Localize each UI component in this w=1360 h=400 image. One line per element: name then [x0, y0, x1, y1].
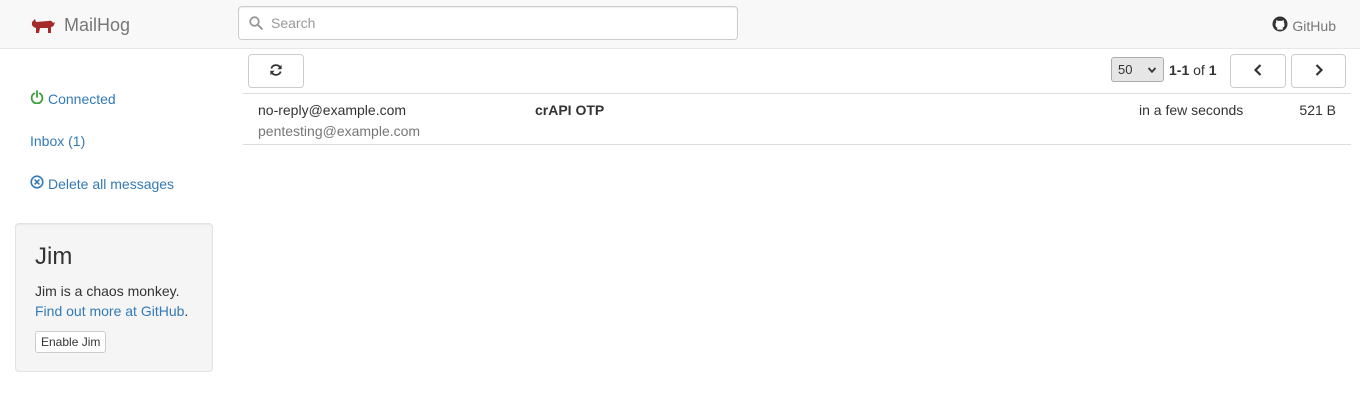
- per-page-value: 50: [1118, 62, 1133, 77]
- brand-name: MailHog: [64, 14, 131, 35]
- github-link[interactable]: GitHub: [1272, 16, 1336, 35]
- message-time: in a few seconds: [1139, 102, 1244, 118]
- inbox-link[interactable]: Inbox (1): [30, 133, 85, 149]
- github-label: GitHub: [1292, 17, 1336, 34]
- search-input[interactable]: [269, 7, 729, 39]
- search-box: [238, 6, 738, 40]
- power-icon: [30, 90, 44, 107]
- jim-panel: Jim Jim is a chaos monkey. Find out more…: [15, 223, 213, 372]
- jim-description-text: Jim is a chaos monkey.: [35, 283, 180, 299]
- chevron-down-icon: [1147, 62, 1157, 77]
- chevron-right-icon: [1313, 63, 1325, 80]
- delete-all-label: Delete all messages: [48, 175, 175, 192]
- message-subject: crAPI OTP: [535, 102, 605, 118]
- navbar: MailHog GitHub: [0, 0, 1360, 49]
- refresh-icon: [269, 63, 283, 80]
- github-icon: [1272, 16, 1288, 35]
- chevron-left-icon: [1252, 63, 1264, 80]
- inbox-label: Inbox (1): [30, 133, 86, 149]
- enable-jim-button[interactable]: Enable Jim: [35, 331, 107, 353]
- next-page-button[interactable]: [1291, 54, 1346, 88]
- connected-status[interactable]: Connected: [30, 90, 116, 107]
- message-row[interactable]: no-reply@example.com pentesting@example.…: [243, 93, 1351, 145]
- message-size: 521 B: [1299, 102, 1336, 118]
- prev-page-button[interactable]: [1230, 54, 1286, 88]
- jim-link-suffix: .: [184, 303, 189, 319]
- message-to: pentesting@example.com: [258, 123, 421, 139]
- refresh-button[interactable]: [248, 54, 304, 88]
- delete-all-messages-link[interactable]: Delete all messages: [30, 175, 174, 192]
- page-range: 1-1: [1169, 62, 1190, 78]
- jim-description: Jim is a chaos monkey. Find out more at …: [35, 281, 205, 321]
- jim-title: Jim: [35, 243, 73, 270]
- circle-x-icon: [30, 175, 44, 192]
- jim-github-link[interactable]: Find out more at GitHub: [35, 303, 184, 319]
- connected-label: Connected: [48, 90, 116, 107]
- page-of-label: of: [1193, 62, 1205, 78]
- pagination-info: 1-1 of 1: [1169, 62, 1217, 78]
- page-total: 1: [1208, 62, 1217, 78]
- message-from: no-reply@example.com: [258, 102, 407, 118]
- per-page-select[interactable]: 50: [1111, 57, 1164, 82]
- pig-icon: [30, 16, 56, 34]
- brand-link[interactable]: MailHog: [30, 13, 130, 37]
